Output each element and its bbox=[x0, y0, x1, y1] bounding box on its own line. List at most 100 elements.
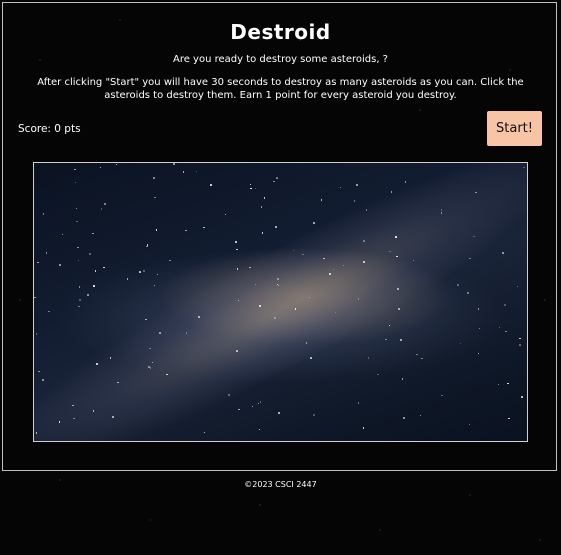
star-decoration bbox=[89, 253, 91, 255]
star-decoration bbox=[37, 261, 39, 264]
star-decoration bbox=[363, 261, 365, 263]
star-decoration bbox=[195, 170, 198, 173]
star-decoration bbox=[73, 417, 75, 420]
star-decoration bbox=[75, 207, 78, 210]
star-decoration bbox=[519, 344, 521, 346]
star-decoration bbox=[38, 370, 40, 373]
star-decoration bbox=[276, 177, 278, 179]
star-decoration bbox=[251, 405, 254, 408]
star-decoration bbox=[153, 284, 156, 287]
star-decoration bbox=[421, 357, 423, 360]
star-decoration bbox=[416, 353, 418, 356]
start-button[interactable]: Start! bbox=[487, 111, 542, 146]
star-decoration bbox=[173, 163, 175, 165]
star-decoration bbox=[238, 408, 240, 411]
star-decoration bbox=[203, 431, 206, 434]
star-decoration bbox=[79, 299, 81, 301]
star-decoration bbox=[313, 222, 315, 224]
star-decoration bbox=[419, 414, 422, 417]
milky-way-background bbox=[34, 163, 527, 441]
star-decoration bbox=[254, 187, 257, 190]
star-decoration bbox=[126, 278, 129, 280]
star-decoration bbox=[263, 197, 266, 199]
star-decoration bbox=[146, 245, 148, 248]
star-decoration bbox=[78, 305, 80, 308]
game-title: Destroid bbox=[230, 20, 331, 44]
star-decoration bbox=[277, 278, 279, 280]
star-decoration bbox=[99, 166, 102, 168]
star-decoration bbox=[356, 184, 358, 186]
star-decoration bbox=[362, 427, 365, 429]
star-decoration bbox=[320, 199, 323, 201]
star-decoration bbox=[148, 366, 150, 368]
star-decoration bbox=[310, 357, 312, 359]
star-decoration bbox=[516, 285, 519, 288]
star-decoration bbox=[143, 270, 145, 272]
star-decoration bbox=[42, 213, 45, 215]
star-decoration bbox=[109, 357, 112, 359]
star-decoration bbox=[145, 318, 147, 321]
star-decoration bbox=[497, 383, 500, 386]
star-decoration bbox=[274, 317, 276, 319]
star-decoration bbox=[357, 402, 360, 404]
star-decoration bbox=[228, 394, 230, 396]
star-decoration bbox=[477, 352, 480, 355]
star-decoration bbox=[260, 206, 263, 208]
star-decoration bbox=[77, 246, 79, 249]
star-decoration bbox=[77, 259, 80, 262]
score-display: Score: 0 pts bbox=[18, 123, 81, 135]
star-decoration bbox=[210, 184, 212, 186]
star-decoration bbox=[198, 316, 200, 318]
star-decoration bbox=[257, 402, 260, 405]
star-decoration bbox=[505, 330, 507, 333]
star-decoration bbox=[249, 183, 252, 186]
star-decoration bbox=[154, 196, 156, 199]
star-decoration bbox=[115, 163, 118, 166]
star-decoration bbox=[153, 177, 155, 179]
star-decoration bbox=[87, 294, 89, 296]
star-decoration bbox=[367, 357, 370, 359]
star-decoration bbox=[273, 180, 275, 183]
star-decoration bbox=[58, 421, 61, 423]
star-decoration bbox=[185, 229, 187, 232]
star-decoration bbox=[104, 203, 106, 205]
star-decoration bbox=[169, 259, 171, 262]
star-decoration bbox=[365, 209, 368, 211]
star-decoration bbox=[93, 285, 95, 287]
star-decoration bbox=[74, 181, 77, 184]
star-decoration bbox=[61, 233, 64, 236]
star-decoration bbox=[96, 363, 98, 365]
star-decoration bbox=[42, 379, 44, 381]
star-decoration bbox=[400, 339, 402, 341]
star-decoration bbox=[35, 333, 38, 335]
star-decoration bbox=[94, 270, 97, 272]
star-decoration bbox=[313, 414, 315, 416]
star-decoration bbox=[401, 378, 404, 380]
star-decoration bbox=[156, 273, 159, 276]
game-area[interactable] bbox=[33, 162, 528, 442]
star-decoration bbox=[388, 324, 391, 327]
star-decoration bbox=[403, 417, 405, 419]
star-decoration bbox=[92, 232, 94, 235]
page-background: Destroid Are you ready to destroy some a… bbox=[0, 0, 561, 555]
star-decoration bbox=[278, 412, 280, 414]
star-decoration bbox=[502, 252, 504, 254]
star-decoration bbox=[467, 292, 469, 294]
star-decoration bbox=[459, 342, 462, 345]
star-decoration bbox=[498, 326, 501, 329]
star-decoration bbox=[519, 337, 521, 340]
star-decoration bbox=[100, 208, 103, 210]
star-decoration bbox=[395, 236, 397, 238]
star-decoration bbox=[261, 232, 264, 234]
star-decoration bbox=[236, 248, 238, 251]
star-decoration bbox=[235, 241, 237, 243]
star-decoration bbox=[478, 327, 481, 330]
star-decoration bbox=[155, 229, 158, 231]
instructions-text: After clicking "Start" you will have 30 … bbox=[37, 77, 524, 101]
star-decoration bbox=[259, 401, 262, 403]
star-decoration bbox=[45, 252, 48, 254]
star-decoration bbox=[339, 186, 342, 189]
star-decoration bbox=[275, 226, 277, 228]
star-decoration bbox=[203, 226, 205, 229]
star-decoration bbox=[159, 332, 161, 334]
